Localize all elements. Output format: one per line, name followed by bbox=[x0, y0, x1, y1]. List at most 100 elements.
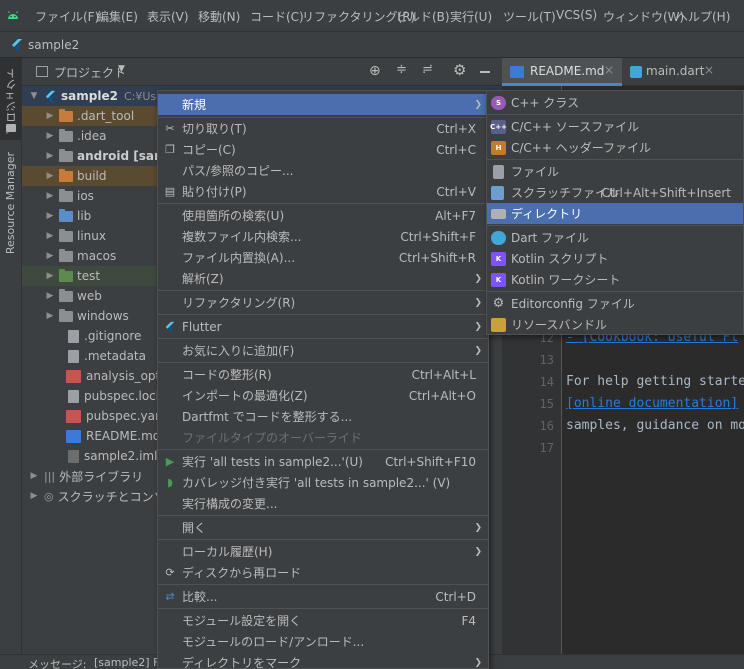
folder-icon bbox=[59, 248, 73, 262]
submenu-item-cpp-class[interactable]: S C++ クラス bbox=[487, 92, 743, 113]
menu-item-find-usages[interactable]: 使用箇所の検索(U) Alt+F7 bbox=[158, 205, 488, 226]
tree-item-label: ios bbox=[77, 189, 94, 203]
menu-item-flutter[interactable]: Flutter ❯ bbox=[158, 316, 488, 337]
menu-item-local-history[interactable]: ローカル履歴(H) ❯ bbox=[158, 541, 488, 562]
separator bbox=[158, 608, 488, 609]
collapsed-arrow-icon[interactable]: ▶ bbox=[44, 291, 56, 301]
submenu-item-label: リソースバンドル bbox=[511, 318, 608, 332]
tab-readme[interactable]: README.md × bbox=[502, 58, 622, 86]
menu-item-add-to-favorites[interactable]: お気に入りに追加(F) ❯ bbox=[158, 340, 488, 361]
menu-item-label: 開く bbox=[182, 521, 207, 535]
menu-item-paste[interactable]: ▤ 貼り付け(P) Ctrl+V bbox=[158, 181, 488, 202]
file-icon bbox=[68, 389, 79, 403]
menu-item-module-settings[interactable]: モジュール設定を開く F4 bbox=[158, 610, 488, 631]
breadcrumb-project[interactable]: sample2 bbox=[28, 38, 79, 52]
menu-item-label: ファイルタイプのオーバーライド bbox=[182, 431, 362, 445]
submenu-item-cpp-header[interactable]: H C/C++ ヘッダーファイル bbox=[487, 137, 743, 158]
menu-item-run-tests[interactable]: ▶ 実行 'all tests in sample2...'(U) Ctrl+S… bbox=[158, 451, 488, 472]
menu-item-label: Flutter bbox=[182, 319, 222, 334]
dart-file-icon bbox=[491, 230, 506, 245]
menu-item-replace-in-files[interactable]: ファイル内置換(A)... Ctrl+Shift+R bbox=[158, 247, 488, 268]
menu-item-copy-path[interactable]: パス/参照のコピー... bbox=[158, 160, 488, 181]
folder-icon bbox=[59, 188, 73, 202]
scratch-file-icon bbox=[491, 185, 504, 200]
menu-item-compare[interactable]: ⇄ 比較... Ctrl+D bbox=[158, 586, 488, 607]
tab-label: README.md bbox=[530, 64, 605, 78]
gear-icon[interactable]: ⚙ bbox=[453, 61, 466, 79]
menu-item-copy[interactable]: ❐ コピー(C) Ctrl+C bbox=[158, 139, 488, 160]
close-icon[interactable]: × bbox=[604, 63, 614, 77]
menu-vcs[interactable]: VCS(S) bbox=[556, 8, 597, 22]
submenu-item-file[interactable]: ファイル bbox=[487, 161, 743, 182]
submenu-item-editorconfig[interactable]: ⚙ Editorconfig ファイル bbox=[487, 293, 743, 314]
menu-code[interactable]: コード(C) bbox=[250, 8, 304, 25]
menu-window[interactable]: ウィンドウ(W) bbox=[603, 8, 684, 25]
menu-run[interactable]: 実行(U) bbox=[450, 8, 492, 25]
menu-item-refactor[interactable]: リファクタリング(R) ❯ bbox=[158, 292, 488, 313]
collapsed-arrow-icon[interactable]: ▶ bbox=[44, 271, 56, 281]
tool-window-resource-manager[interactable]: Resource Manager bbox=[0, 148, 21, 268]
menu-item-label: Dartfmt でコードを整形する... bbox=[182, 410, 353, 424]
collapsed-arrow-icon[interactable]: ▶ bbox=[44, 111, 56, 121]
menu-help[interactable]: ヘルプ(H) bbox=[676, 8, 730, 25]
menu-view[interactable]: 表示(V) bbox=[147, 8, 189, 25]
code-line[interactable]: [online documentation] bbox=[566, 396, 738, 411]
submenu-item-scratch-file[interactable]: スクラッチファイル Ctrl+Alt+Shift+Insert bbox=[487, 182, 743, 203]
status-label: メッセージ: bbox=[28, 658, 87, 669]
collapsed-arrow-icon[interactable]: ▶ bbox=[44, 231, 56, 241]
menu-tools[interactable]: ツール(T) bbox=[503, 8, 556, 25]
menu-item-optimize-imports[interactable]: インポートの最適化(Z) Ctrl+Alt+O bbox=[158, 385, 488, 406]
collapsed-arrow-icon[interactable]: ▶ bbox=[44, 311, 56, 321]
menu-item-dartfmt[interactable]: Dartfmt でコードを整形する... bbox=[158, 406, 488, 427]
collapse-all-icon[interactable]: ≓ bbox=[422, 62, 433, 77]
expanded-arrow-icon[interactable]: ▼ bbox=[28, 91, 40, 101]
collapsed-arrow-icon[interactable]: ▶ bbox=[28, 471, 40, 481]
file-icon bbox=[68, 349, 79, 363]
collapsed-arrow-icon[interactable]: ▶ bbox=[44, 151, 56, 161]
separator bbox=[158, 515, 488, 516]
menu-item-new[interactable]: 新規 ❯ bbox=[158, 94, 488, 115]
submenu-item-kotlin-worksheet[interactable]: K Kotlin ワークシート bbox=[487, 269, 743, 290]
collapsed-arrow-icon[interactable]: ▶ bbox=[28, 491, 40, 501]
menu-build[interactable]: ビルド(B) bbox=[396, 8, 450, 25]
submenu-item-dart-file[interactable]: Dart ファイル bbox=[487, 227, 743, 248]
menu-item-load-unload-modules[interactable]: モジュールのロード/アンロード... bbox=[158, 631, 488, 652]
gear-icon: ⚙ bbox=[492, 296, 505, 311]
menu-item-open[interactable]: 開く ❯ bbox=[158, 517, 488, 538]
hide-icon[interactable] bbox=[480, 71, 490, 73]
collapsed-arrow-icon[interactable]: ▶ bbox=[44, 211, 56, 221]
separator bbox=[158, 290, 488, 291]
menu-item-mark-directory[interactable]: ディレクトリをマーク ❯ bbox=[158, 652, 488, 669]
menu-edit[interactable]: 編集(E) bbox=[97, 8, 138, 25]
locate-icon[interactable]: ⊕ bbox=[369, 63, 381, 79]
close-icon[interactable]: × bbox=[704, 63, 714, 77]
submenu-item-cpp-source[interactable]: C++ C/C++ ソースファイル bbox=[487, 116, 743, 137]
menu-item-reformat-code[interactable]: コードの整形(R) Ctrl+Alt+L bbox=[158, 364, 488, 385]
collapsed-arrow-icon[interactable]: ▶ bbox=[44, 191, 56, 201]
collapsed-arrow-icon[interactable]: ▶ bbox=[44, 171, 56, 181]
expand-all-icon[interactable]: ≑ bbox=[396, 62, 407, 77]
tree-item-label: sample2.iml bbox=[84, 449, 158, 463]
menu-item-run-with-coverage[interactable]: ◗ カバレッジ付き実行 'all tests in sample2...' (V… bbox=[158, 472, 488, 493]
project-view-selector[interactable]: プロジェクト bbox=[54, 64, 126, 81]
code-line: For help getting starte bbox=[566, 374, 744, 389]
submenu-item-resource-bundle[interactable]: リソースバンドル bbox=[487, 314, 743, 335]
tool-window-project[interactable]: プロジェクト bbox=[0, 58, 21, 140]
submenu-item-kotlin-script[interactable]: K Kotlin スクリプト bbox=[487, 248, 743, 269]
coverage-icon: ◗ bbox=[167, 476, 173, 489]
menu-navigate[interactable]: 移動(N) bbox=[198, 8, 240, 25]
tab-main-dart[interactable]: main.dart × bbox=[624, 58, 744, 86]
menu-item-edit-run-config[interactable]: 実行構成の変更... bbox=[158, 493, 488, 514]
menu-item-cut[interactable]: ✂ 切り取り(T) Ctrl+X bbox=[158, 118, 488, 139]
menu-item-label: ディスクから再ロード bbox=[182, 566, 302, 580]
menu-item-analyze[interactable]: 解析(Z) ❯ bbox=[158, 268, 488, 289]
code-lines[interactable]: 12 - [Cookbook: Useful Fl 13 14 For help… bbox=[502, 330, 744, 470]
chevron-down-icon[interactable]: ▼ bbox=[118, 64, 125, 74]
collapsed-arrow-icon[interactable]: ▶ bbox=[44, 251, 56, 261]
collapsed-arrow-icon[interactable]: ▶ bbox=[44, 131, 56, 141]
menu-item-reload-from-disk[interactable]: ⟳ ディスクから再ロード bbox=[158, 562, 488, 583]
menu-item-find-in-files[interactable]: 複数ファイル内検索... Ctrl+Shift+F bbox=[158, 226, 488, 247]
submenu-item-directory[interactable]: ディレクトリ bbox=[487, 203, 743, 224]
shortcut: Ctrl+D bbox=[435, 589, 476, 604]
menu-file[interactable]: ファイル(F) bbox=[35, 8, 99, 25]
